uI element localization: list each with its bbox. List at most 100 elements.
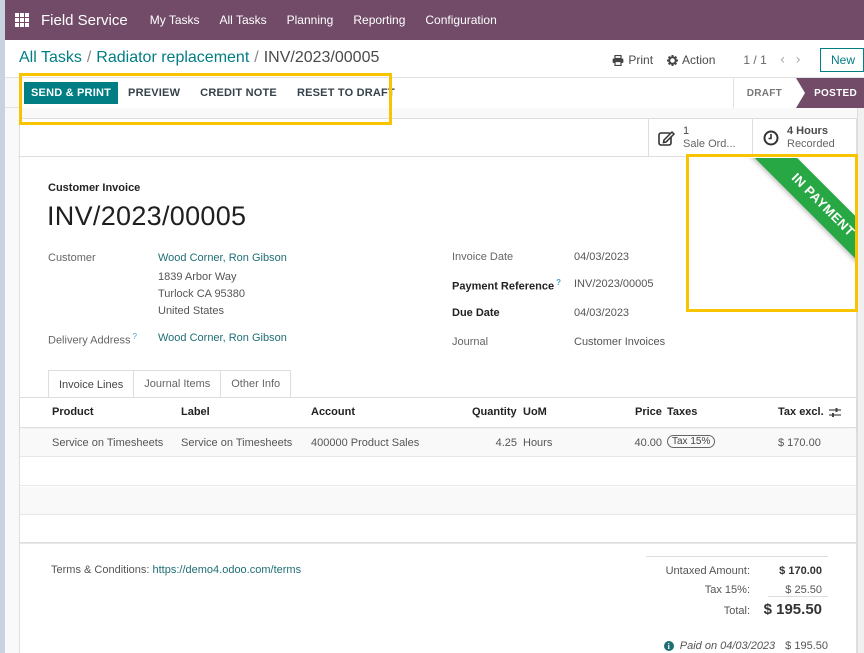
edit-icon [657, 128, 677, 148]
top-navbar: Field Service My Tasks All Tasks Plannin… [5, 0, 864, 40]
invoice-line-row[interactable]: Service on Timesheets Service on Timeshe… [20, 429, 856, 457]
stage-draft[interactable]: DRAFT [732, 78, 797, 108]
line-quantity[interactable]: 4.25 [472, 437, 517, 449]
nav-configuration[interactable]: Configuration [425, 13, 496, 27]
address-line-2: Turlock CA 95380 [158, 288, 246, 300]
help-icon[interactable]: ? [133, 332, 137, 341]
terms-conditions: Terms & Conditions: https://demo4.odoo.c… [51, 564, 301, 576]
payment-reference-label: Payment Reference? [452, 278, 561, 293]
line-product[interactable]: Service on Timesheets [52, 437, 163, 449]
total-divider [768, 596, 828, 597]
total-label: Total: [723, 605, 750, 617]
payment-reference-field[interactable]: INV/2023/00005 [574, 278, 654, 290]
tab-other-info[interactable]: Other Info [220, 370, 292, 397]
journal-label: Journal [452, 336, 489, 348]
clock-icon [761, 128, 781, 148]
credit-note-button[interactable]: CREDIT NOTE [190, 82, 287, 104]
empty-row [20, 516, 856, 544]
customer-field[interactable]: Wood Corner, Ron Gibson [158, 252, 287, 264]
scrollbar[interactable] [857, 108, 864, 653]
delivery-address-label-text: Delivery Address [48, 334, 131, 347]
status-ribbon: IN PAYMENT [736, 158, 856, 278]
due-date-field[interactable]: 04/03/2023 [574, 307, 629, 319]
invoice-number: INV/2023/00005 [47, 201, 247, 231]
print-label: Print [628, 53, 654, 67]
col-price[interactable]: Price [635, 406, 662, 418]
nav-my-tasks[interactable]: My Tasks [150, 13, 200, 27]
reset-to-draft-button[interactable]: RESET TO DRAFT [287, 82, 405, 104]
table-footer-divider [20, 542, 856, 543]
paid-on-text: Paid on 04/03/2023 [679, 640, 776, 652]
empty-row [20, 458, 856, 486]
sale-orders-button[interactable]: 1 Sale Ord... [648, 119, 752, 157]
terms-label: Terms & Conditions: [51, 564, 150, 576]
journal-field[interactable]: Customer Invoices [574, 336, 665, 348]
pager-value[interactable]: 1 / 1 [743, 53, 766, 67]
breadcrumb-all-tasks[interactable]: All Tasks [19, 49, 82, 66]
statusbar-area: SEND & PRINT PREVIEW CREDIT NOTE RESET T… [5, 78, 864, 108]
col-quantity[interactable]: Quantity [472, 406, 517, 418]
line-uom[interactable]: Hours [523, 437, 552, 449]
col-product[interactable]: Product [52, 406, 94, 418]
smart-button-box: 1 Sale Ord... 4 Hours Recorded [18, 119, 856, 157]
nav-reporting[interactable]: Reporting [353, 13, 405, 27]
untaxed-amount-value: $ 170.00 [779, 565, 822, 577]
breadcrumb-separator: / [86, 49, 92, 66]
tab-journal-items[interactable]: Journal Items [133, 370, 222, 397]
statusbar: SEND & PRINT PREVIEW CREDIT NOTE RESET T… [19, 78, 864, 108]
col-uom[interactable]: UoM [523, 406, 547, 418]
empty-row [20, 487, 856, 515]
line-label[interactable]: Service on Timesheets [181, 437, 292, 449]
tab-invoice-lines[interactable]: Invoice Lines [48, 370, 135, 398]
total-value: $ 195.50 [763, 601, 822, 618]
terms-link[interactable]: https://demo4.odoo.com/terms [153, 564, 302, 576]
gear-icon [667, 54, 679, 66]
ribbon-label: IN PAYMENT [745, 158, 856, 278]
col-taxes[interactable]: Taxes [667, 406, 697, 418]
document-type: Customer Invoice [48, 182, 141, 194]
action-label: Action [682, 53, 716, 67]
invoice-date-field[interactable]: 04/03/2023 [574, 251, 629, 263]
customer-label: Customer [48, 252, 96, 264]
apps-menu-icon[interactable] [15, 13, 29, 27]
stage-posted[interactable]: POSTED [796, 78, 864, 108]
printer-icon [612, 54, 624, 66]
new-button[interactable]: New [819, 48, 864, 72]
action-button[interactable]: Action [667, 53, 715, 67]
send-print-button[interactable]: SEND & PRINT [24, 82, 119, 104]
delivery-address-field[interactable]: Wood Corner, Ron Gibson [158, 332, 287, 344]
payment-line: i Paid on 04/03/2023 $ 195.50 [663, 640, 828, 652]
form-sheet: 1 Sale Ord... 4 Hours Recorded IN PAYMEN… [18, 118, 857, 653]
control-panel: All Tasks / Radiator replacement / INV/2023/… [5, 40, 864, 78]
col-account[interactable]: Account [311, 406, 355, 418]
due-date-label: Due Date [452, 307, 500, 319]
col-label[interactable]: Label [181, 406, 210, 418]
hours-recorded-button[interactable]: 4 Hours Recorded [752, 119, 856, 157]
info-icon[interactable]: i [663, 641, 674, 651]
pager-previous-icon[interactable]: ‹ [780, 52, 786, 68]
delivery-address-label: Delivery Address? [48, 332, 137, 347]
line-price[interactable]: 40.00 [620, 437, 662, 449]
address-line-3: United States [158, 305, 225, 317]
preview-button[interactable]: PREVIEW [118, 82, 190, 104]
paid-amount: $ 195.50 [785, 640, 828, 652]
nav-all-tasks[interactable]: All Tasks [220, 13, 267, 27]
print-button[interactable]: Print [612, 53, 653, 67]
col-tax-excl[interactable]: Tax excl. [778, 406, 824, 418]
breadcrumb-task[interactable]: Radiator replacement [96, 49, 249, 66]
tax-label: Tax 15%: [704, 584, 750, 596]
line-tax-excl: $ 170.00 [778, 437, 821, 449]
tax-value: $ 25.50 [785, 584, 822, 596]
address-line-1: 1839 Arbor Way [158, 271, 237, 283]
app-name[interactable]: Field Service [41, 12, 128, 29]
nav-planning[interactable]: Planning [287, 13, 334, 27]
hours-label: Recorded [787, 138, 835, 150]
help-icon[interactable]: ? [556, 278, 561, 287]
line-taxes[interactable]: Tax 15% [667, 435, 716, 448]
tax-tag: Tax 15% [667, 435, 716, 448]
invoice-date-label: Invoice Date [452, 251, 514, 263]
column-settings-icon[interactable] [829, 407, 841, 421]
hours-value: 4 Hours [787, 125, 828, 137]
pager-next-icon[interactable]: › [795, 52, 801, 68]
line-account[interactable]: 400000 Product Sales [311, 437, 419, 449]
